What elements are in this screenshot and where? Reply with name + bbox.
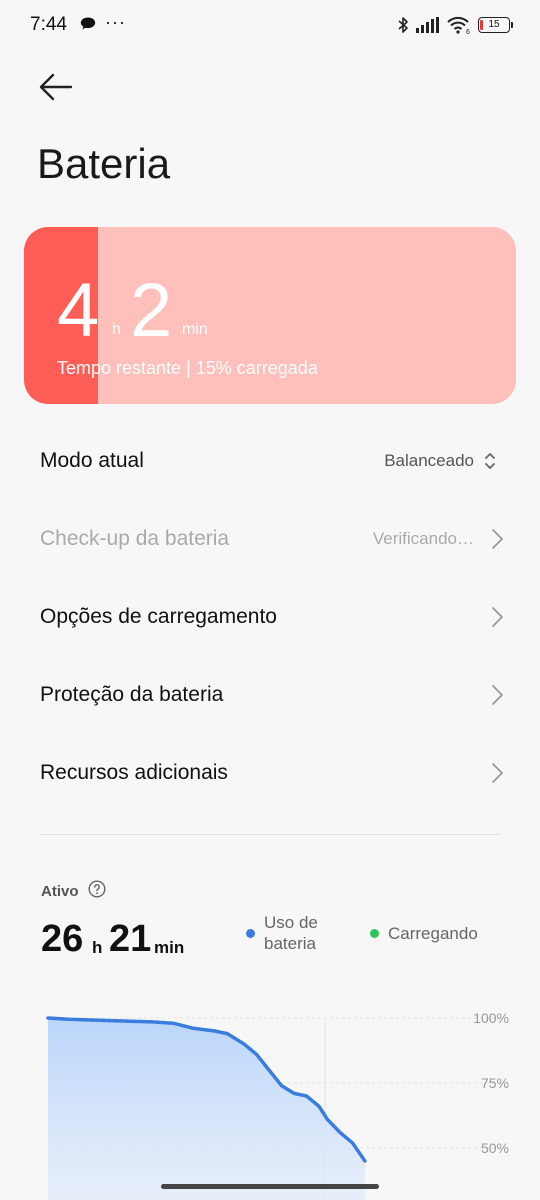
home-indicator[interactable]: [161, 1184, 379, 1189]
row-label: Proteção da bateria: [40, 683, 224, 706]
row-label: Check-up da bateria: [40, 527, 230, 550]
row-label: Modo atual: [40, 449, 144, 472]
row-value: Balanceado: [384, 451, 474, 470]
legend-label-line1: Uso de: [264, 913, 318, 932]
page-title: Bateria: [37, 140, 171, 187]
legend-dot-battery-usage: [246, 929, 255, 938]
remaining-hours: 4: [57, 268, 100, 353]
y-tick-label: 75%: [481, 1075, 509, 1091]
y-tick-label: 100%: [473, 1010, 509, 1026]
status-time: 7:44: [30, 14, 67, 35]
chevron-right-icon: [492, 607, 503, 627]
divider: [40, 834, 500, 835]
more-notifications-indicator: ···: [105, 12, 126, 32]
row-charging-options[interactable]: Opções de carregamento: [0, 583, 540, 653]
status-icons: 6 15: [397, 15, 513, 35]
legend-battery-usage: Uso de bateria: [264, 912, 318, 954]
battery-level-text: 15: [488, 19, 500, 30]
row-current-mode[interactable]: Modo atual Balanceado: [0, 427, 540, 497]
active-hours-unit: h: [92, 938, 103, 957]
remaining-hours-unit: h: [112, 321, 121, 338]
bluetooth-icon: [398, 17, 408, 33]
battery-level-chart: 100% 75% 50%: [46, 1010, 509, 1200]
active-hours: 26: [41, 918, 84, 960]
legend-dot-charging: [370, 929, 379, 938]
chevron-right-icon: [492, 763, 503, 783]
row-battery-checkup[interactable]: Check-up da bateria Verificando…: [0, 505, 540, 575]
remaining-minutes: 2: [130, 268, 173, 353]
row-label: Opções de carregamento: [40, 605, 277, 628]
row-additional-features[interactable]: Recursos adicionais: [0, 739, 540, 809]
signal-icon: [416, 17, 439, 33]
row-label: Recursos adicionais: [40, 761, 228, 784]
active-minutes-unit: min: [154, 938, 185, 957]
back-arrow-icon[interactable]: [38, 72, 74, 102]
remaining-minutes-unit: min: [182, 321, 208, 338]
row-battery-protection[interactable]: Proteção da bateria: [0, 661, 540, 731]
remaining-subtitle: Tempo restante | 15% carregada: [57, 358, 318, 378]
active-minutes: 21: [109, 918, 152, 960]
y-tick-label: 50%: [481, 1140, 509, 1156]
battery-usage-area: [48, 1018, 365, 1200]
legend-label-line2: bateria: [264, 934, 316, 953]
wifi-icon: 6: [447, 16, 470, 34]
battery-status-icon: 15: [478, 17, 513, 33]
svg-text:6: 6: [466, 29, 470, 34]
chevron-right-icon: [492, 529, 503, 549]
legend-charging: Carregando: [388, 924, 478, 943]
help-icon[interactable]: [88, 880, 106, 898]
row-value: Verificando…: [372, 529, 474, 548]
chevron-right-icon: [492, 685, 503, 705]
chevron-up-down-icon: [485, 453, 495, 469]
message-icon: [80, 17, 96, 30]
active-label: Ativo: [41, 883, 79, 900]
battery-remaining-card: 4 h 2 min Tempo restante | 15% carregada: [24, 227, 516, 404]
